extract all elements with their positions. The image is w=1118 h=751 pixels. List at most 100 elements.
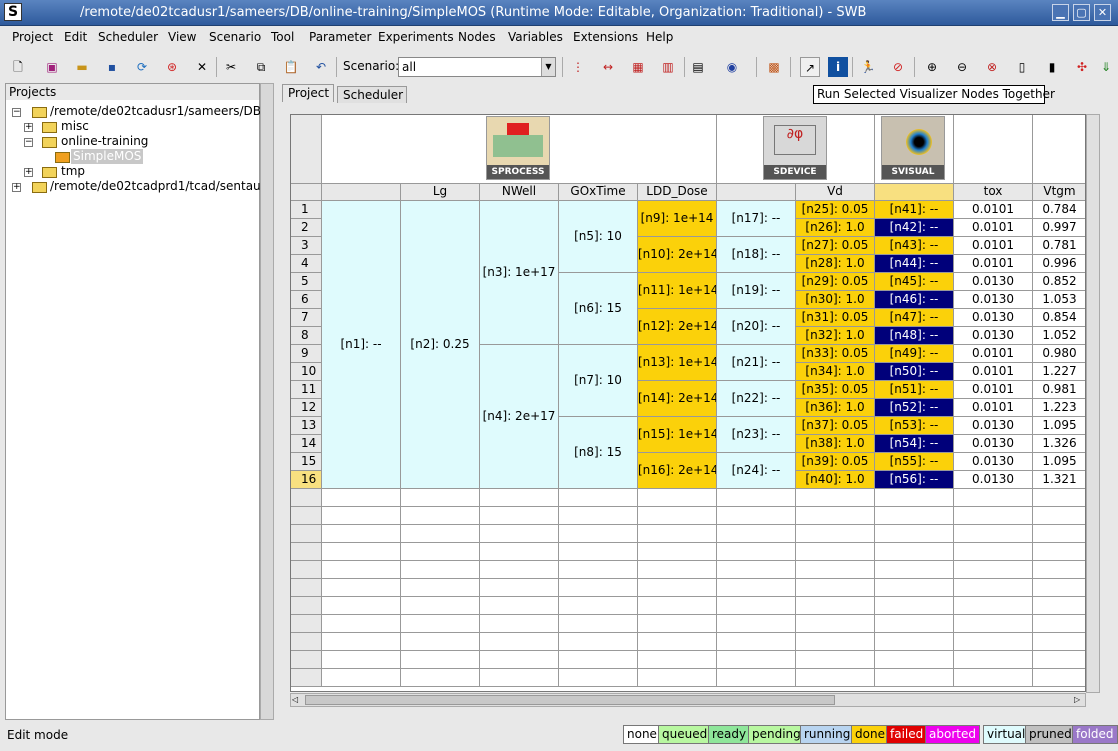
node-cell[interactable]: [n25]: 0.05	[796, 201, 875, 219]
delete-icon[interactable]: ✕	[192, 57, 212, 77]
run-icon[interactable]: 🏃	[858, 57, 878, 77]
row-number[interactable]: 10	[291, 363, 322, 381]
new-project-icon[interactable]: 🗋	[8, 57, 28, 77]
tree-item-tmp[interactable]: tmp	[61, 164, 85, 179]
toolbox-icon[interactable]: ▩	[764, 57, 784, 77]
row-number[interactable]: 15	[291, 453, 322, 471]
node-cell[interactable]: [n1]: --	[322, 201, 401, 489]
column-header-lg[interactable]: Lg	[401, 184, 480, 201]
node-cell[interactable]: [n19]: --	[717, 273, 796, 309]
expand-toggle[interactable]: +	[24, 168, 33, 177]
open-h-icon[interactable]: ▣	[42, 57, 62, 77]
chevron-down-icon[interactable]: ▼	[541, 58, 555, 76]
node-cell[interactable]: [n35]: 0.05	[796, 381, 875, 399]
zoom-reset-icon[interactable]: ⊗	[982, 57, 1002, 77]
row-number[interactable]: 5	[291, 273, 322, 291]
abort-icon[interactable]: ⊘	[888, 57, 908, 77]
row-number[interactable]: 7	[291, 309, 322, 327]
vertical-scrollbar[interactable]	[1086, 114, 1100, 693]
close-button[interactable]: ✕	[1094, 4, 1111, 21]
node-cell[interactable]: [n34]: 1.0	[796, 363, 875, 381]
node-cell[interactable]: [n39]: 0.05	[796, 453, 875, 471]
expand-toggle[interactable]: +	[12, 183, 21, 192]
node-cell[interactable]: [n44]: --	[875, 255, 954, 273]
column-header-vtgm[interactable]: Vtgm	[1033, 184, 1085, 201]
stop-icon[interactable]: ⊛	[162, 57, 182, 77]
svisual-icon[interactable]: SVISUAL	[881, 116, 945, 180]
menu-tool[interactable]: Tool	[271, 30, 294, 44]
node-cell[interactable]: [n43]: --	[875, 237, 954, 255]
column-header-goxtime[interactable]: GOxTime	[559, 184, 638, 201]
zoom-in-icon[interactable]: ⊕	[922, 57, 942, 77]
menu-extensions[interactable]: Extensions	[573, 30, 638, 44]
node-cell[interactable]: [n56]: --	[875, 471, 954, 489]
tree-item-db-root[interactable]: /remote/de02tcadusr1/sameers/DB	[50, 104, 261, 119]
select-icon[interactable]: ▤	[688, 57, 708, 77]
node-cell[interactable]: [n53]: --	[875, 417, 954, 435]
collapse-toggle[interactable]: −	[24, 138, 33, 147]
page-list-icon[interactable]: ▮	[1042, 57, 1062, 77]
undo-icon[interactable]: ↶	[311, 57, 331, 77]
row-number[interactable]: 11	[291, 381, 322, 399]
tree-item-misc[interactable]: misc	[61, 119, 89, 134]
row-number[interactable]: 13	[291, 417, 322, 435]
node-cell[interactable]: [n16]: 2e+14	[638, 453, 717, 489]
node-cell[interactable]: [n36]: 1.0	[796, 399, 875, 417]
node-cell[interactable]: [n41]: --	[875, 201, 954, 219]
save-icon[interactable]: ▪	[102, 57, 122, 77]
node-cell[interactable]: [n18]: --	[717, 237, 796, 273]
menu-view[interactable]: View	[168, 30, 196, 44]
node-cell[interactable]: [n15]: 1e+14	[638, 417, 717, 453]
node-cell[interactable]: [n51]: --	[875, 381, 954, 399]
menu-help[interactable]: Help	[646, 30, 673, 44]
scroll-right-icon[interactable]: ▷	[1074, 695, 1084, 705]
node-cell[interactable]: [n11]: 1e+14	[638, 273, 717, 309]
menu-experiments[interactable]: Experiments	[378, 30, 454, 44]
node-cell[interactable]: [n27]: 0.05	[796, 237, 875, 255]
node-cell[interactable]: [n2]: 0.25	[401, 201, 480, 489]
row-number[interactable]: 14	[291, 435, 322, 453]
node-cell[interactable]: [n6]: 15	[559, 273, 638, 345]
row-number[interactable]: 3	[291, 237, 322, 255]
menu-parameter[interactable]: Parameter	[309, 30, 371, 44]
column-header-svisual[interactable]	[875, 184, 954, 201]
column-header-sdevice[interactable]	[717, 184, 796, 201]
cut-icon[interactable]: ✂	[221, 57, 241, 77]
tree-item-online-training[interactable]: online-training	[61, 134, 148, 149]
node-cell[interactable]: [n17]: --	[717, 201, 796, 237]
node-cell[interactable]: [n32]: 1.0	[796, 327, 875, 345]
node-cell[interactable]: [n38]: 1.0	[796, 435, 875, 453]
column-header-tox[interactable]: tox	[954, 184, 1033, 201]
node-cell[interactable]: [n22]: --	[717, 381, 796, 417]
column-header-ldd-dose[interactable]: LDD_Dose	[638, 184, 717, 201]
menu-variables[interactable]: Variables	[508, 30, 563, 44]
scroll-thumb[interactable]	[305, 695, 835, 705]
paste-icon[interactable]: 📋	[281, 57, 301, 77]
open-folder-icon[interactable]: ▬	[72, 57, 92, 77]
node-cell[interactable]: [n49]: --	[875, 345, 954, 363]
node-cell[interactable]: [n4]: 2e+17	[480, 345, 559, 489]
node-cell[interactable]: [n48]: --	[875, 327, 954, 345]
menu-edit[interactable]: Edit	[64, 30, 87, 44]
row-number[interactable]: 9	[291, 345, 322, 363]
menu-project[interactable]: Project	[12, 30, 53, 44]
node-cell[interactable]: [n54]: --	[875, 435, 954, 453]
row-number[interactable]: 6	[291, 291, 322, 309]
node-cell[interactable]: [n12]: 2e+14	[638, 309, 717, 345]
run-visualizer-icon[interactable]: ↗	[800, 57, 820, 77]
node-cell[interactable]: [n40]: 1.0	[796, 471, 875, 489]
node-cell[interactable]: [n42]: --	[875, 219, 954, 237]
zoom-out-icon[interactable]: ⊖	[952, 57, 972, 77]
node-cell[interactable]: [n24]: --	[717, 453, 796, 489]
node-cell[interactable]: [n9]: 1e+14	[638, 201, 717, 237]
refresh-icon[interactable]: ⟳	[132, 57, 152, 77]
node-cell[interactable]: [n26]: 1.0	[796, 219, 875, 237]
node-cell[interactable]: [n13]: 1e+14	[638, 345, 717, 381]
collapse-icon[interactable]: ✣	[1072, 57, 1092, 77]
node-cell[interactable]: [n23]: --	[717, 417, 796, 453]
eye-icon[interactable]: ◉	[722, 57, 742, 77]
menu-scenario[interactable]: Scenario	[209, 30, 261, 44]
node-cell[interactable]: [n7]: 10	[559, 345, 638, 417]
expand-icon[interactable]: ⇓	[1096, 57, 1116, 77]
node-cell[interactable]: [n14]: 2e+14	[638, 381, 717, 417]
